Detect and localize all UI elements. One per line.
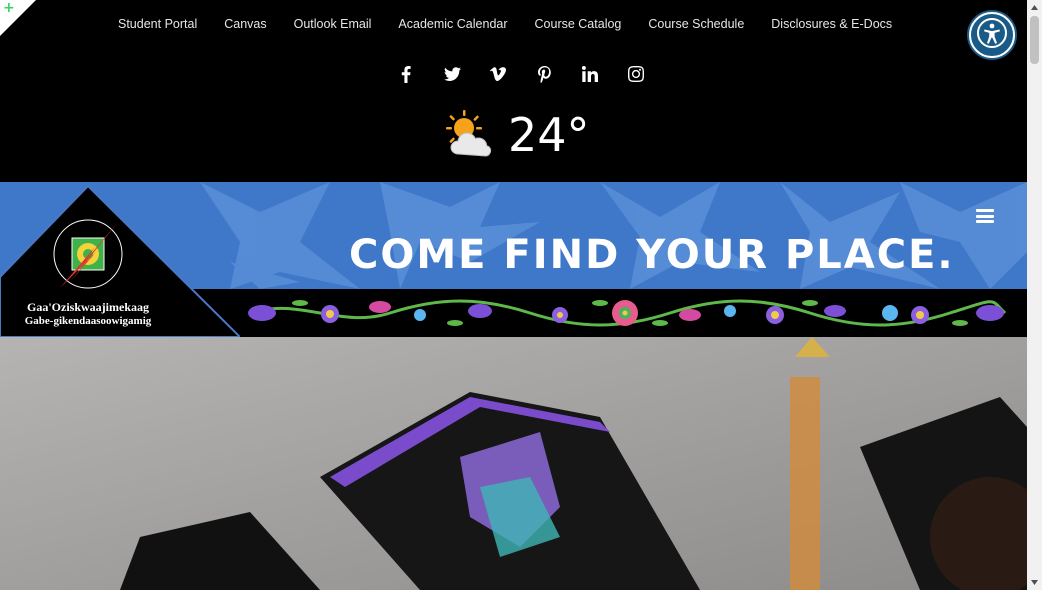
top-bar: + Student Portal Canvas Outlook Email Ac… [0, 0, 1027, 182]
plus-icon[interactable]: + [3, 0, 15, 16]
nav-link-canvas[interactable]: Canvas [224, 17, 266, 31]
accessibility-button[interactable] [969, 12, 1015, 58]
top-nav: Student Portal Canvas Outlook Email Acad… [118, 17, 919, 31]
facebook-icon[interactable] [383, 62, 429, 86]
hero-image [0, 337, 1027, 590]
weather-widget[interactable]: 24° [444, 108, 590, 165]
temperature-text: 24° [508, 108, 590, 162]
vertical-scrollbar[interactable] [1027, 0, 1042, 590]
scrollbar-thumb[interactable] [1030, 16, 1039, 64]
nav-link-course-catalog[interactable]: Course Catalog [535, 17, 622, 31]
nav-link-disclosures[interactable]: Disclosures & E-Docs [771, 17, 892, 31]
nav-link-outlook-email[interactable]: Outlook Email [294, 17, 372, 31]
nav-link-academic-calendar[interactable]: Academic Calendar [398, 17, 507, 31]
twitter-icon[interactable] [429, 62, 475, 86]
graduation-caps-photo [0, 337, 1027, 590]
nav-link-student-portal[interactable]: Student Portal [118, 17, 197, 31]
pinterest-icon[interactable] [521, 62, 567, 86]
banner-tagline: COME FIND YOUR PLACE. [349, 232, 955, 278]
logo-name-ojibwe-2: Gabe-gikendaasoowigamig [24, 315, 152, 327]
nav-link-course-schedule[interactable]: Course Schedule [648, 17, 744, 31]
accessibility-icon [976, 17, 1008, 54]
social-links [383, 62, 659, 86]
scroll-up-arrow-icon[interactable] [1027, 0, 1042, 15]
logo-name-ojibwe: Gaa'Oziskwaajimekaag [27, 300, 149, 314]
vimeo-icon[interactable] [475, 62, 521, 86]
partly-cloudy-icon [444, 108, 498, 165]
page: + Student Portal Canvas Outlook Email Ac… [0, 0, 1027, 590]
scroll-down-arrow-icon[interactable] [1027, 575, 1042, 590]
site-banner: Gaa'Oziskwaajimekaag Gabe-gikendaasoowig… [0, 182, 1027, 337]
hamburger-menu-icon[interactable] [976, 209, 994, 223]
linkedin-icon[interactable] [567, 62, 613, 86]
instagram-icon[interactable] [613, 62, 659, 86]
